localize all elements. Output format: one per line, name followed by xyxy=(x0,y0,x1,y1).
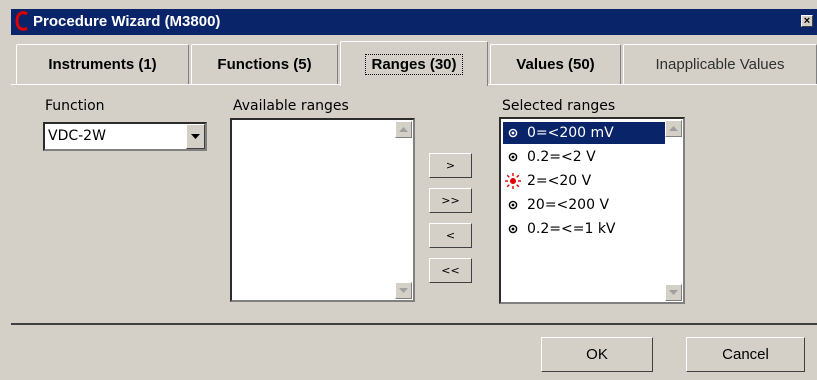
list-item-label: 20=<200 V xyxy=(527,197,610,213)
close-icon[interactable]: × xyxy=(801,15,813,27)
radio-dot-icon xyxy=(503,219,523,239)
scroll-down-icon[interactable] xyxy=(395,282,412,299)
function-select[interactable]: VDC-2W xyxy=(43,122,207,151)
list-item[interactable]: 0.2=<2 V xyxy=(503,146,596,168)
function-label: Function xyxy=(45,98,105,114)
selected-ranges-label: Selected ranges xyxy=(502,98,616,114)
available-ranges-list[interactable] xyxy=(230,118,415,302)
tab-label: Values (50) xyxy=(516,56,595,73)
tab-label: Inapplicable Values xyxy=(655,56,785,73)
scrollbar[interactable] xyxy=(395,121,412,299)
tab-label: Functions (5) xyxy=(217,56,312,73)
scroll-up-icon[interactable] xyxy=(665,120,682,137)
tab-values[interactable]: Values (50) xyxy=(490,44,621,84)
tab-label: Instruments (1) xyxy=(48,56,157,73)
window-title: Procedure Wizard (M3800) xyxy=(33,13,221,30)
cancel-button[interactable]: Cancel xyxy=(686,337,805,372)
chevron-down-icon[interactable] xyxy=(186,124,205,149)
tab-functions[interactable]: Functions (5) xyxy=(191,44,338,84)
list-item[interactable]: 20=<200 V xyxy=(503,194,609,216)
list-item[interactable]: 2=<20 V xyxy=(503,170,591,192)
list-item-label: 0=<200 mV xyxy=(527,125,614,141)
radio-dot-icon xyxy=(503,123,523,143)
scroll-up-icon[interactable] xyxy=(395,121,412,138)
red-sun-icon xyxy=(503,171,523,191)
list-item-label: 2=<20 V xyxy=(527,173,592,189)
radio-dot-icon xyxy=(503,195,523,215)
function-value: VDC-2W xyxy=(48,128,106,144)
tab-inapplicable-values[interactable]: Inapplicable Values xyxy=(623,44,817,84)
add-button[interactable]: > xyxy=(429,153,472,178)
remove-all-button[interactable]: << xyxy=(429,258,472,283)
tab-label: Ranges (30) xyxy=(365,53,463,75)
remove-button[interactable]: < xyxy=(429,223,472,248)
selected-ranges-list[interactable]: 0=<200 mV 0.2=<2 V 2=<20 V 20=<200 V 0.2… xyxy=(499,117,685,304)
ok-button[interactable]: OK xyxy=(541,337,653,372)
add-all-button[interactable]: >> xyxy=(429,188,472,213)
title-bar: Procedure Wizard (M3800) × xyxy=(11,9,817,35)
available-ranges-label: Available ranges xyxy=(233,98,349,114)
list-item-label: 0.2=<2 V xyxy=(527,149,596,165)
scroll-down-icon[interactable] xyxy=(665,284,682,301)
list-item[interactable]: 0.2=<=1 kV xyxy=(503,218,616,240)
scrollbar[interactable] xyxy=(665,120,682,301)
radio-dot-icon xyxy=(503,147,523,167)
list-item[interactable]: 0=<200 mV xyxy=(503,122,665,144)
list-item-label: 0.2=<=1 kV xyxy=(527,221,616,237)
app-logo-icon xyxy=(15,11,28,31)
tab-ranges[interactable]: Ranges (30) xyxy=(340,41,488,86)
tab-instruments[interactable]: Instruments (1) xyxy=(16,44,189,84)
